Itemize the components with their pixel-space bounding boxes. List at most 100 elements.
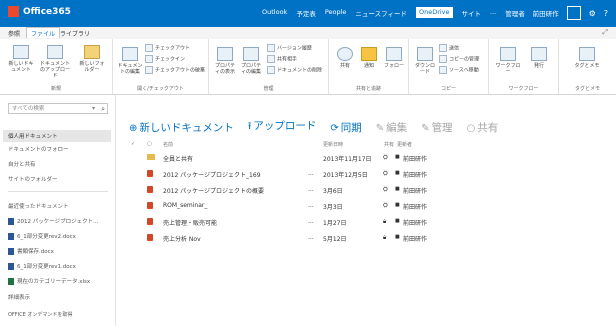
sync-icon: ⟳ (330, 122, 339, 134)
file-modified-by[interactable]: 前田研作 (403, 202, 427, 211)
ellipsis-icon[interactable]: ... (308, 186, 314, 193)
share-button[interactable]: 共有 (335, 47, 355, 69)
file-name[interactable]: ROM_seminar_ (163, 202, 207, 209)
main-content: ⊕ 新しいドキュメント ⭱ アップロード ⟳ 同期 ✎ 編集 ✎ 管理 ○ 共有 ✓ ▢ 名… (115, 95, 616, 326)
publish-button[interactable]: 発行 (527, 47, 551, 69)
table-row[interactable]: ROM_seminar_ ... 3月3日 ⛭ ■ 前田研作 (115, 199, 610, 213)
discard-checkout-button[interactable]: チェックアウトの破棄 (145, 66, 205, 74)
checkin-button[interactable]: チェックイン (145, 55, 185, 63)
column-header-name[interactable]: 名前 (163, 141, 173, 148)
nav-outlook[interactable]: Outlook (262, 8, 287, 18)
follow-button[interactable]: フォロー (383, 47, 405, 69)
help-icon[interactable]: ? (604, 9, 608, 18)
shared-with-button[interactable]: 共有相手 (267, 55, 297, 63)
avatar[interactable] (566, 6, 581, 20)
ribbon-group-copies: ダウンロード 送信 コピーの管理 ソースへ移動 コピー (409, 39, 489, 94)
column-header-modified[interactable]: 更新日時 (323, 141, 343, 148)
send-to-button[interactable]: 送信 (439, 44, 459, 52)
file-modified-by[interactable]: 前田研作 (403, 170, 427, 179)
upload-command[interactable]: ⭱ アップロード (248, 118, 317, 136)
file-name[interactable]: 売上管理・販売可能 (163, 218, 217, 227)
delete-document-button[interactable]: ドキュメントの削除 (267, 66, 322, 74)
gear-icon[interactable]: ⚙ (589, 9, 596, 18)
get-office-link[interactable]: OFFICE オンデマンドを取得 (8, 311, 72, 318)
version-history-button[interactable]: バージョン履歴 (267, 44, 312, 52)
edit-document-button[interactable]: ドキュメントの編集 (117, 47, 143, 75)
share-command[interactable]: ○ 共有 (467, 120, 499, 135)
nav-shared-with-me[interactable]: 自分と共有 (8, 160, 36, 168)
nav-admin[interactable]: 管理者 (505, 8, 525, 18)
sync-command[interactable]: ⟳ 同期 (330, 120, 361, 135)
nav-calendar[interactable]: 予定表 (296, 8, 316, 18)
focus-icon[interactable]: ⤢ (602, 28, 608, 37)
recent-item[interactable]: 6_1部分変更rev2.docx (8, 232, 76, 240)
upload-document-button[interactable]: ドキュメントのアップロード (40, 45, 70, 79)
table-row[interactable]: 売上分析 Nov ... 5月12日 🔒︎ ■ 前田研作 (115, 231, 610, 245)
table-row[interactable]: 全員と共有 2013年11月17日 ⛭ ■ 前田研作 (115, 151, 610, 165)
alert-button[interactable]: 通知 (359, 47, 379, 69)
file-modified-by[interactable]: 前田研作 (403, 234, 427, 243)
column-header-sharing[interactable]: 共有 (384, 141, 394, 148)
download-button[interactable]: ダウンロード (413, 47, 437, 75)
powerpoint-icon (147, 186, 153, 195)
ribbon: 新しいドキュメント ドキュメントのアップロード 新しいフォルダー 新規 ドキュメ… (0, 39, 616, 95)
wrench-icon: ✎ (421, 122, 430, 134)
recent-item[interactable]: 2012 パッケージプロジェクト... (8, 217, 98, 225)
tab-browse[interactable]: 参照 (8, 29, 20, 38)
table-row[interactable]: 売上管理・販売可能 ... 1月27日 🔒︎ ■ 前田研作 (115, 215, 610, 229)
recent-item[interactable]: 現在のカテゴリーデータ.xlsx (8, 277, 90, 285)
file-modified-by[interactable]: 前田研作 (403, 154, 427, 163)
table-row[interactable]: 2012 パッケージプロジェクトの概要 ... 3月6日 ⛭ ■ 前田研作 (115, 183, 610, 197)
edit-command[interactable]: ✎ 編集 (376, 120, 407, 135)
people-icon: ⛭ (383, 186, 388, 193)
go-to-source-button[interactable]: ソースへ移動 (439, 66, 479, 74)
file-name[interactable]: 2012 パッケージプロジェクトの概要 (163, 186, 264, 195)
nav-followed-documents[interactable]: ドキュメントのフォロー (8, 145, 69, 153)
manage-copies-button[interactable]: コピーの管理 (439, 55, 479, 63)
workflows-button[interactable]: ワークフロー (495, 47, 521, 75)
delete-icon (267, 66, 275, 74)
new-document-button[interactable]: 新しいドキュメント (8, 45, 34, 73)
new-document-command[interactable]: ⊕ 新しいドキュメント (129, 120, 234, 135)
tags-notes-button[interactable]: タグとメモ (573, 47, 601, 69)
table-row[interactable]: 2012 パッケージプロジェクト_169 ... 2013年12月5日 ⛭ ■ … (115, 167, 610, 181)
tab-library[interactable]: ライブラリ (60, 29, 90, 38)
edit-properties-button[interactable]: プロパティの編集 (239, 47, 263, 75)
file-name[interactable]: 売上分析 Nov (163, 234, 201, 243)
ellipsis-icon[interactable]: ... (308, 218, 314, 225)
tab-files[interactable]: ファイル (26, 27, 61, 38)
recent-item[interactable]: 6_1部分変更rev1.docx (8, 262, 76, 270)
search-input[interactable]: すべての検索 ▾ ⌕ (8, 103, 108, 114)
ellipsis-icon[interactable]: ... (308, 202, 314, 209)
recent-item[interactable]: 書類保存.docx (8, 247, 54, 255)
search-icon[interactable]: ⌕ (101, 104, 105, 114)
more-link[interactable]: 詳細表示 (8, 293, 30, 301)
column-header-modified-by[interactable]: 更新者 (397, 141, 412, 148)
people-icon: ⛭ (383, 170, 388, 177)
view-properties-button[interactable]: プロパティの表示 (213, 47, 237, 75)
select-all-checkmark-icon[interactable]: ✓ (131, 141, 135, 147)
ribbon-group-manage: プロパティの表示 プロパティの編集 バージョン履歴 共有相手 ドキュメントの削除… (209, 39, 329, 94)
user-name[interactable]: 前田研作 (533, 8, 559, 18)
nav-sites[interactable]: サイト (462, 8, 482, 18)
new-folder-button[interactable]: 新しいフォルダー (78, 45, 106, 73)
ellipsis-icon[interactable]: ... (308, 170, 314, 177)
office365-logo[interactable]: Office365 (8, 6, 71, 17)
file-modified: 3月6日 (323, 188, 343, 195)
file-name[interactable]: 全員と共有 (163, 154, 193, 163)
ellipsis-icon[interactable]: ... (308, 234, 314, 241)
file-modified-by[interactable]: 前田研作 (403, 218, 427, 227)
suite-bar: Office365 Outlook 予定表 People ニュースフィード On… (0, 0, 616, 27)
checkout-button[interactable]: チェックアウト (145, 44, 190, 52)
nav-site-folders[interactable]: サイトのフォルダー (8, 175, 58, 183)
nav-newsfeed[interactable]: ニュースフィード (355, 8, 407, 18)
nav-people[interactable]: People (325, 8, 347, 18)
file-modified: 1月27日 (323, 220, 347, 227)
manage-command[interactable]: ✎ 管理 (421, 120, 452, 135)
chevron-down-icon[interactable]: ▾ (92, 104, 95, 114)
nav-more[interactable]: ... (490, 8, 496, 18)
nav-onedrive[interactable]: OneDrive (415, 7, 453, 18)
file-modified-by[interactable]: 前田研作 (403, 186, 427, 195)
file-name[interactable]: 2012 パッケージプロジェクト_169 (163, 170, 261, 179)
nav-my-documents[interactable]: 個人用ドキュメント (3, 130, 111, 142)
